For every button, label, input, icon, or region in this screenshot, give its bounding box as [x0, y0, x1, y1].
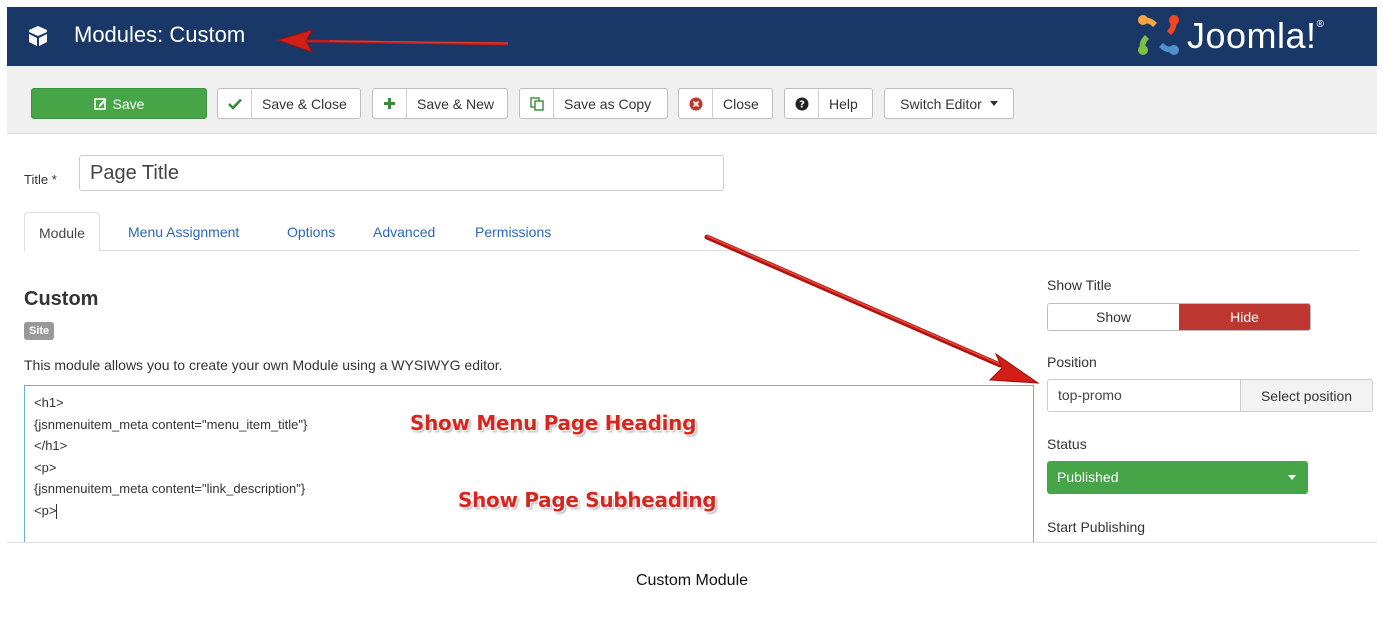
title-field-label: Title *: [24, 172, 57, 187]
app-header: Modules: Custom Joomla!®: [7, 7, 1377, 66]
save-close-button[interactable]: Save & Close: [217, 88, 361, 119]
editor-line-text: <p>: [34, 502, 57, 518]
close-button[interactable]: Close: [678, 88, 773, 119]
joomla-wordmark: Joomla!®: [1187, 15, 1325, 56]
page-title: Modules: Custom: [74, 22, 246, 47]
image-caption: Custom Module: [635, 572, 749, 589]
editor-line: </h1>: [34, 438, 68, 453]
help-label: Help: [829, 95, 858, 112]
tab-permissions[interactable]: Permissions: [461, 212, 565, 252]
start-publishing-label: Start Publishing: [1047, 519, 1146, 535]
copy-icon: [520, 89, 554, 118]
save-as-copy-label: Save as Copy: [564, 95, 652, 112]
switch-editor-button[interactable]: Switch Editor: [884, 88, 1014, 119]
plus-icon: [373, 89, 407, 118]
status-select[interactable]: Published: [1047, 461, 1308, 494]
save-as-copy-button[interactable]: Save as Copy: [519, 88, 668, 119]
save-close-label: Save & Close: [262, 95, 347, 112]
svg-text:?: ?: [799, 99, 805, 110]
registered-mark: ®: [1316, 19, 1325, 30]
hide-option-button[interactable]: Hide: [1179, 304, 1310, 330]
annotation-subheading-note: Show Page Subheading: [458, 488, 717, 512]
check-icon: [218, 89, 252, 118]
title-input[interactable]: [79, 155, 724, 191]
module-heading: Custom: [24, 288, 99, 310]
show-option-button[interactable]: Show: [1048, 304, 1179, 330]
caption-bar: Custom Module: [7, 542, 1377, 618]
edit-icon: [93, 98, 107, 110]
module-description: This module allows you to create your ow…: [24, 357, 503, 373]
position-label: Position: [1047, 354, 1097, 370]
screenshot-frame: Modules: Custom Joomla!® Save Save & Clo…: [7, 7, 1377, 618]
joomla-logo-icon: [1138, 15, 1179, 55]
tab-bar: Module Menu Assignment Options Advanced …: [24, 212, 1359, 252]
close-circle-icon: [679, 89, 713, 118]
save-label: Save: [112, 95, 145, 112]
question-circle-icon: ?: [785, 89, 819, 118]
tab-options[interactable]: Options: [273, 212, 349, 252]
help-button[interactable]: ? Help: [784, 88, 873, 119]
switch-editor-label: Switch Editor: [900, 95, 982, 112]
show-title-toggle: Show Hide: [1047, 303, 1311, 331]
chevron-down-icon: [989, 101, 998, 106]
position-input[interactable]: top-promo: [1047, 379, 1241, 412]
show-title-label: Show Title: [1047, 277, 1112, 293]
cube-icon: [29, 26, 47, 46]
tab-menu-assignment[interactable]: Menu Assignment: [114, 212, 253, 252]
status-value: Published: [1057, 469, 1119, 485]
save-new-label: Save & New: [417, 95, 495, 112]
close-label: Close: [723, 95, 759, 112]
tab-advanced[interactable]: Advanced: [359, 212, 449, 252]
tab-module[interactable]: Module: [24, 212, 100, 252]
site-badge: Site: [24, 322, 55, 340]
chevron-down-icon: [1288, 475, 1296, 480]
save-new-button[interactable]: Save & New: [372, 88, 508, 119]
status-label: Status: [1047, 436, 1087, 452]
select-position-button[interactable]: Select position: [1240, 379, 1373, 412]
annotation-heading-note: Show Menu Page Heading: [410, 411, 697, 435]
editor-line: <p>: [34, 459, 57, 475]
save-button[interactable]: Save: [31, 88, 207, 119]
text-caret: [56, 503, 58, 519]
toolbar: Save Save & Close Save & New Save as Cop…: [7, 66, 1377, 134]
